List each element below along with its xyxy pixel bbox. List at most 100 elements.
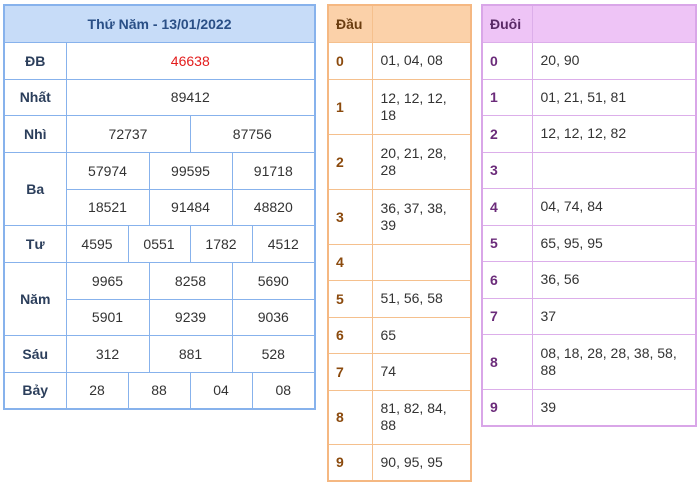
table-row: 4	[327, 243, 472, 281]
head-values: 12, 12, 12, 18	[371, 78, 472, 135]
table-row: 6 36, 56	[481, 260, 697, 299]
tail-digit: 9	[481, 388, 533, 427]
third-prize-number: 99595	[148, 151, 233, 190]
seventh-prize-number: 88	[127, 371, 191, 410]
head-values: 90, 95, 95	[371, 443, 472, 482]
sixth-prize-number: 528	[231, 334, 316, 373]
first-prize-number: 89412	[65, 78, 316, 116]
tail-values: 12, 12, 12, 82	[531, 114, 697, 153]
prize-row-special: ĐB 46638	[3, 41, 316, 80]
third-prize-number: 57974	[65, 151, 150, 190]
fifth-prize-number: 5901	[65, 298, 150, 336]
head-digit: 1	[327, 78, 373, 135]
third-prize-number: 18521	[65, 188, 150, 226]
table-row: 0 20, 90	[481, 41, 697, 80]
second-prize-number: 87756	[189, 114, 316, 153]
table-row: 8 81, 82, 84, 88	[327, 389, 472, 445]
fifth-prize-number: 5690	[231, 261, 316, 300]
fourth-prize-number: 1782	[189, 224, 253, 263]
prize-row-seventh: Bảy 28 88 04 08	[3, 371, 316, 410]
tail-values: 39	[531, 388, 697, 427]
head-digit: 8	[327, 389, 373, 445]
prize-label-sixth: Sáu	[3, 334, 67, 373]
tail-values: 20, 90	[531, 41, 697, 80]
table-row: 5 51, 56, 58	[327, 279, 472, 318]
prize-row-third: Ba 57974 99595 91718	[3, 151, 316, 226]
head-values: 36, 37, 38, 39	[371, 188, 472, 245]
tail-table-header-blank	[531, 4, 697, 43]
second-prize-number: 72737	[65, 114, 191, 153]
seventh-prize-number: 08	[251, 371, 316, 410]
head-digit-table: Đầu 0 01, 04, 08 1 12, 12, 12, 18 2 20, …	[327, 4, 472, 482]
fourth-prize-number: 4512	[251, 224, 316, 263]
tail-digit-table: Đuôi 0 20, 90 1 01, 21, 51, 81 2 12, 12,…	[481, 4, 697, 427]
head-table-title: Đầu	[327, 4, 373, 43]
table-row: 7 37	[481, 297, 697, 335]
tail-digit: 1	[481, 78, 533, 116]
prize-row-fifth: Năm 9965 8258 5690	[3, 261, 316, 336]
fourth-prize-number: 4595	[65, 224, 129, 263]
tail-values: 04, 74, 84	[531, 187, 697, 226]
prize-label-fifth: Năm	[3, 261, 67, 336]
special-prize-number: 46638	[65, 41, 316, 80]
head-values: 81, 82, 84, 88	[371, 389, 472, 445]
head-values: 74	[371, 352, 472, 391]
prize-label-fourth: Tư	[3, 224, 67, 263]
tail-values: 01, 21, 51, 81	[531, 78, 697, 116]
table-row: 2 20, 21, 28, 28	[327, 133, 472, 190]
head-values: 01, 04, 08	[371, 41, 472, 80]
fifth-prize-number: 9965	[65, 261, 150, 300]
table-row: 0 01, 04, 08	[327, 41, 472, 80]
table-row: 6 65	[327, 316, 472, 354]
tail-digit: 2	[481, 114, 533, 153]
table-row: 7 74	[327, 352, 472, 391]
seventh-prize-number: 04	[189, 371, 253, 410]
table-row: 3 36, 37, 38, 39	[327, 188, 472, 245]
tail-digit: 7	[481, 297, 533, 335]
prize-row-second: Nhì 72737 87756	[3, 114, 316, 153]
head-digit: 5	[327, 279, 373, 318]
table-row: 3	[481, 151, 697, 189]
tail-values: 36, 56	[531, 260, 697, 299]
table-row: 1 01, 21, 51, 81	[481, 78, 697, 116]
head-digit: 4	[327, 243, 373, 281]
prize-label-seventh: Bảy	[3, 371, 67, 410]
head-digit: 7	[327, 352, 373, 391]
head-digit: 3	[327, 188, 373, 245]
fifth-prize-number: 9239	[148, 298, 233, 336]
tail-digit: 0	[481, 41, 533, 80]
head-digit: 2	[327, 133, 373, 190]
third-prize-number: 48820	[231, 188, 316, 226]
prize-row-sixth: Sáu 312 881 528	[3, 334, 316, 373]
head-values: 51, 56, 58	[371, 279, 472, 318]
head-values	[371, 243, 472, 281]
tail-digit: 8	[481, 333, 533, 390]
prize-label-second: Nhì	[3, 114, 67, 153]
tail-values: 08, 18, 28, 28, 38, 58, 88	[531, 333, 697, 390]
tail-table-title: Đuôi	[481, 4, 533, 43]
fifth-prize-number: 8258	[148, 261, 233, 300]
head-digit: 9	[327, 443, 373, 482]
table-row: 9 90, 95, 95	[327, 443, 472, 482]
results-date-title: Thứ Năm - 13/01/2022	[3, 4, 316, 43]
tail-digit: 4	[481, 187, 533, 226]
table-row: 8 08, 18, 28, 28, 38, 58, 88	[481, 333, 697, 390]
head-values: 65	[371, 316, 472, 354]
prize-row-fourth: Tư 4595 0551 1782 4512	[3, 224, 316, 263]
third-prize-number: 91718	[231, 151, 316, 190]
head-digit: 6	[327, 316, 373, 354]
third-prize-number: 91484	[148, 188, 233, 226]
tail-values: 65, 95, 95	[531, 224, 697, 262]
head-values: 20, 21, 28, 28	[371, 133, 472, 190]
prize-label-third: Ba	[3, 151, 67, 226]
table-row: 4 04, 74, 84	[481, 187, 697, 226]
prize-row-first: Nhất 89412	[3, 78, 316, 116]
prize-label-first: Nhất	[3, 78, 67, 116]
seventh-prize-number: 28	[65, 371, 129, 410]
prize-label-special: ĐB	[3, 41, 67, 80]
tail-values	[531, 151, 697, 189]
head-digit: 0	[327, 41, 373, 80]
table-row: 5 65, 95, 95	[481, 224, 697, 262]
tail-digit: 6	[481, 260, 533, 299]
tail-digit: 3	[481, 151, 533, 189]
